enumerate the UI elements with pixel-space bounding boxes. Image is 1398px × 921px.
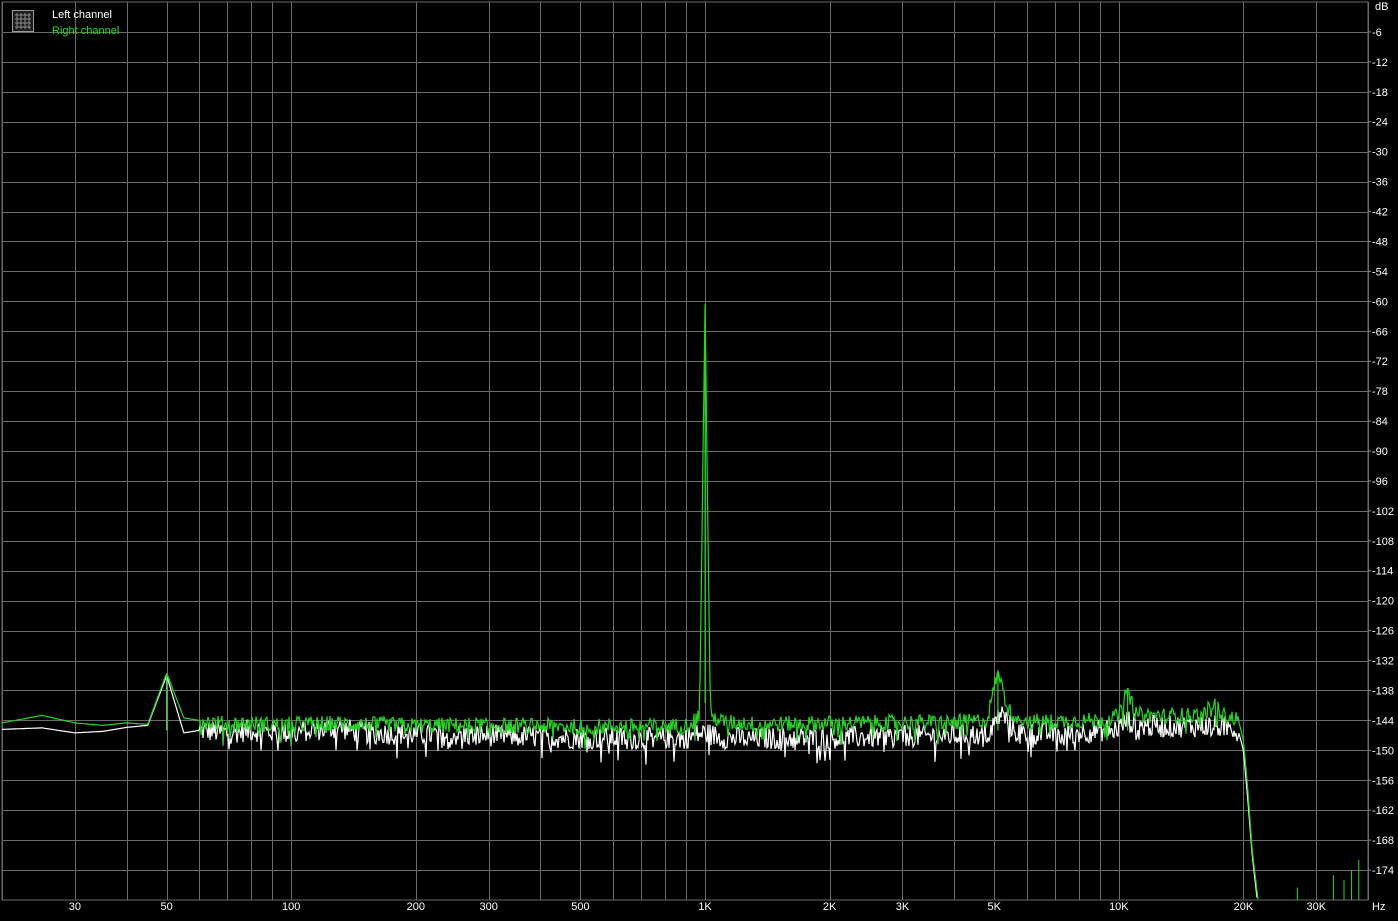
y-tick-label: -60 [1372,296,1388,308]
x-tick-label: 30 [69,901,81,913]
x-axis-unit-label: Hz [1372,901,1385,913]
y-tick-label: -18 [1372,87,1388,99]
x-tick-label: 1K [698,901,712,913]
y-tick-label: -66 [1372,326,1388,338]
y-tick-label: -84 [1372,416,1388,428]
y-tick-label: -138 [1372,685,1394,697]
x-tick-label: 10K [1109,901,1129,913]
y-tick-label: -12 [1372,57,1388,69]
x-tick-label: 5K [988,901,1002,913]
legend-entry-right-channel: Right channel [52,25,120,37]
y-tick-label: -42 [1372,207,1388,219]
x-tick-label: 2K [823,901,837,913]
y-tick-label: -78 [1372,386,1388,398]
legend-entry-left-channel: Left channel [52,9,112,21]
x-tick-label: 50 [161,901,173,913]
x-tick-label: 20K [1234,901,1254,913]
y-tick-label: -6 [1372,27,1382,39]
y-tick-label: -156 [1372,775,1394,787]
y-tick-label: -108 [1372,536,1394,548]
y-tick-label: -90 [1372,446,1388,458]
y-tick-label: -96 [1372,476,1388,488]
y-tick-label: -144 [1372,715,1394,727]
y-tick-label: -126 [1372,626,1394,638]
x-tick-label: 300 [479,901,497,913]
grid-chart-icon[interactable] [12,10,34,32]
y-tick-label: -168 [1372,835,1394,847]
y-tick-label: -48 [1372,236,1388,248]
x-tick-label: 500 [571,901,589,913]
y-tick-label: -72 [1372,356,1388,368]
y-tick-label: -30 [1372,147,1388,159]
y-tick-label: -132 [1372,656,1394,668]
y-tick-label: -162 [1372,805,1394,817]
x-tick-label: 200 [407,901,425,913]
y-tick-label: -36 [1372,177,1388,189]
y-tick-label: -174 [1372,865,1394,877]
x-tick-label: 100 [282,901,300,913]
y-tick-label: -102 [1372,506,1394,518]
x-tick-label: 30K [1307,901,1327,913]
spectrum-chart: dB Hz 30 50 100 200 300 500 1K 2K 3K 5K 10K 20K 30K -… [0,0,1398,916]
y-tick-label: -24 [1372,117,1388,129]
y-tick-label: -150 [1372,745,1394,757]
y-axis-unit-label: dB [1375,1,1388,13]
y-tick-label: -54 [1372,266,1388,278]
y-tick-label: -114 [1372,566,1393,578]
x-tick-label: 3K [896,901,910,913]
spectrum-plot: dB Hz 30 50 100 200 300 500 1K 2K 3K 5K 10K 20K 30K -… [0,0,1398,916]
plot-background [0,0,1398,916]
y-tick-label: -120 [1372,596,1394,608]
